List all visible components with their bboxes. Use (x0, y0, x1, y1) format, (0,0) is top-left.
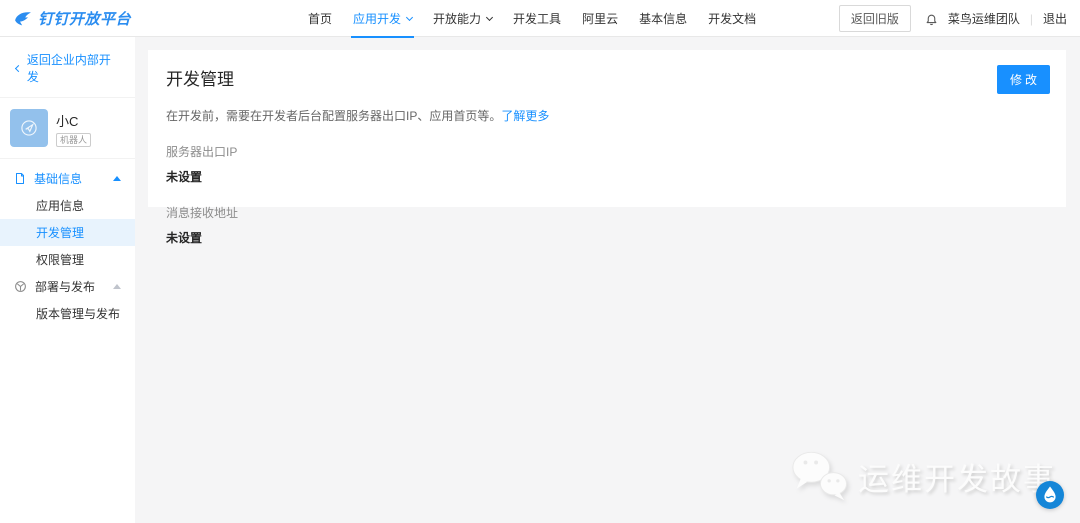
header-divider: | (1030, 12, 1033, 26)
menu-item-label: 版本管理与发布 (36, 305, 120, 322)
page-title: 开发管理 (166, 65, 234, 90)
logo[interactable]: 钉钉开放平台 (13, 0, 131, 37)
dev-management-card: 开发管理 修改 在开发前，需要在开发者后台配置服务器出口IP、应用首页等。了解更… (148, 50, 1066, 207)
description-text: 在开发前，需要在开发者后台配置服务器出口IP、应用首页等。 (166, 109, 501, 123)
nav-item-aliyun[interactable]: 阿里云 (582, 0, 618, 37)
sidebar-menu: 基础信息 应用信息 开发管理 权限管理 部署与发布 版本管理与发布 (0, 159, 135, 327)
nav-item-app-development[interactable]: 应用开发 (353, 0, 412, 37)
nav-label: 开发工具 (513, 10, 561, 27)
logout-link[interactable]: 退出 (1043, 10, 1067, 27)
chevron-down-icon (486, 13, 493, 20)
sidebar-item-dev-management[interactable]: 开发管理 (0, 219, 135, 246)
nav-label: 首页 (308, 10, 332, 27)
field-label-message-url: 消息接收地址 (166, 204, 1050, 221)
deploy-icon (14, 280, 27, 293)
field-value-message-url: 未设置 (166, 229, 1050, 246)
nav-label: 阿里云 (582, 10, 618, 27)
modify-button[interactable]: 修改 (997, 65, 1050, 94)
section-label: 基础信息 (34, 170, 113, 187)
sidebar-section-basic-info[interactable]: 基础信息 (0, 165, 135, 192)
field-label-server-ip: 服务器出口IP (166, 143, 1050, 160)
nav-label: 基本信息 (639, 10, 687, 27)
back-to-internal-dev-link[interactable]: 返回企业内部开发 (0, 37, 135, 98)
sidebar: 返回企业内部开发 小C 机器人 基础信息 应用信息 开发管理 权限管理 (0, 37, 135, 523)
app-meta: 小C 机器人 (56, 109, 91, 147)
nav-item-dev-tools[interactable]: 开发工具 (513, 0, 561, 37)
nav-item-open-capabilities[interactable]: 开放能力 (433, 0, 492, 37)
app-type-badge: 机器人 (56, 133, 91, 147)
card-description: 在开发前，需要在开发者后台配置服务器出口IP、应用首页等。了解更多 (166, 107, 1050, 124)
top-nav: 首页 应用开发 开放能力 开发工具 阿里云 基本信息 开发文档 (308, 0, 756, 37)
nav-label: 应用开发 (353, 10, 401, 27)
menu-item-label: 开发管理 (36, 224, 84, 241)
nav-item-home[interactable]: 首页 (308, 0, 332, 37)
sidebar-item-app-info[interactable]: 应用信息 (0, 192, 135, 219)
header-right-controls: 返回旧版 菜鸟运维团队 | 退出 (839, 0, 1067, 37)
top-header: 钉钉开放平台 首页 应用开发 开放能力 开发工具 阿里云 基本信息 开发文档 返… (0, 0, 1080, 37)
nav-item-basic-info[interactable]: 基本信息 (639, 0, 687, 37)
document-icon (14, 172, 26, 185)
back-link-label: 返回企业内部开发 (27, 51, 119, 85)
menu-item-label: 应用信息 (36, 197, 84, 214)
float-help-button[interactable] (1036, 481, 1064, 509)
field-group: 消息接收地址 未设置 (166, 204, 1050, 246)
watermark: 运维开发故事 (790, 449, 1056, 503)
user-name[interactable]: 菜鸟运维团队 (948, 10, 1020, 27)
dingtalk-wing-icon (13, 9, 33, 29)
app-name: 小C (56, 111, 91, 130)
triangle-up-icon (113, 284, 121, 289)
nav-label: 开放能力 (433, 10, 481, 27)
watermark-text: 运维开发故事 (858, 454, 1056, 499)
bell-icon[interactable] (925, 12, 938, 26)
menu-item-label: 权限管理 (36, 251, 84, 268)
app-avatar (10, 109, 48, 147)
chevron-down-icon (406, 13, 413, 20)
sidebar-section-deploy-release[interactable]: 部署与发布 (0, 273, 135, 300)
app-info-block: 小C 机器人 (0, 98, 135, 159)
field-group: 服务器出口IP 未设置 (166, 143, 1050, 185)
chevron-left-icon (15, 65, 22, 72)
nav-label: 开发文档 (708, 10, 756, 27)
learn-more-link[interactable]: 了解更多 (501, 109, 549, 123)
logo-text: 钉钉开放平台 (38, 8, 131, 29)
section-label: 部署与发布 (35, 278, 113, 295)
return-old-version-button[interactable]: 返回旧版 (839, 5, 911, 32)
triangle-up-icon (113, 176, 121, 181)
card-title-row: 开发管理 修改 (166, 65, 1050, 94)
wechat-icon (790, 449, 848, 503)
nav-item-dev-docs[interactable]: 开发文档 (708, 0, 756, 37)
sidebar-item-permission-management[interactable]: 权限管理 (0, 246, 135, 273)
robot-avatar-icon (19, 118, 39, 138)
sidebar-item-version-release[interactable]: 版本管理与发布 (0, 300, 135, 327)
field-value-server-ip: 未设置 (166, 168, 1050, 185)
